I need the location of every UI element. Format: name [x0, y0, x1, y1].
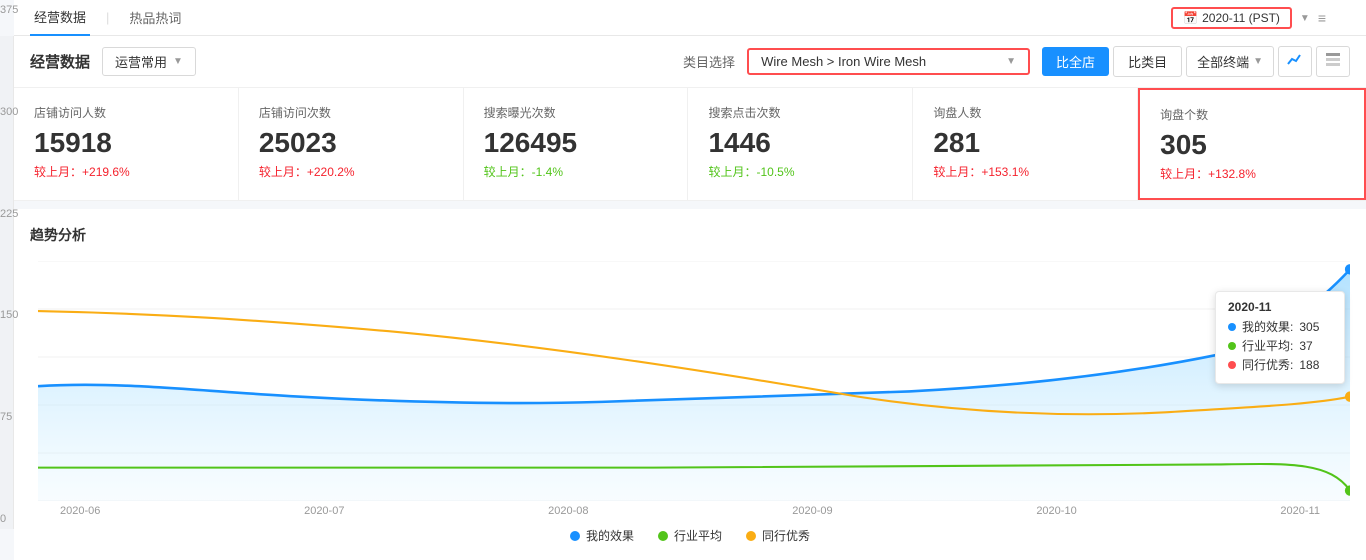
metric-change-visitors: 较上月：+219.6% — [34, 163, 218, 180]
chart-svg — [38, 261, 1350, 501]
metric-change-inquiry-people: 较上月：+153.1% — [933, 163, 1117, 180]
chevron-down-icon: ▼ — [1006, 56, 1016, 67]
metric-label-visits: 店铺访问次数 — [259, 104, 443, 121]
x-label-5: 2020-11 — [1280, 505, 1320, 517]
metric-label-clicks: 搜索点击次数 — [708, 104, 892, 121]
tooltip-row-avg: 行业平均: 37 — [1228, 337, 1332, 354]
page-title: 经营数据 — [30, 51, 90, 72]
metric-value-inquiry-people: 281 — [933, 127, 1117, 159]
metric-value-inquiry-count: 305 — [1160, 129, 1344, 161]
chevron-down-icon: ▼ — [1253, 56, 1263, 67]
tooltip-dot-red — [1228, 361, 1236, 369]
chart-title: 趋势分析 — [30, 225, 1350, 245]
x-label-3: 2020-09 — [792, 505, 832, 517]
tooltip-value-mine: 305 — [1299, 320, 1319, 334]
category-label: 类目选择 — [683, 52, 735, 71]
legend-label-mine: 我的效果 — [586, 527, 634, 544]
legend-item-avg: 行业平均 — [658, 527, 722, 544]
action-buttons: 比全店 比类目 全部终端 ▼ — [1042, 46, 1350, 77]
legend-dot-avg — [658, 531, 668, 541]
tooltip-dot-blue — [1228, 323, 1236, 331]
tooltip-dot-green — [1228, 342, 1236, 350]
date-selector[interactable]: 📅 2020-11 (PST) — [1171, 7, 1292, 29]
chart-section: 趋势分析 375 300 225 150 75 0 — [14, 209, 1366, 560]
category-select-value: Wire Mesh > Iron Wire Mesh — [761, 54, 926, 69]
legend-item-best: 同行优秀 — [746, 527, 810, 544]
date-label: 2020-11 (PST) — [1202, 11, 1280, 25]
operation-mode-label: 运营常用 — [115, 52, 167, 71]
x-axis: 2020-06 2020-07 2020-08 2020-09 2020-10 … — [30, 501, 1350, 517]
chart-area: 2020-11 我的效果: 305 行业平均: 37 同行优秀: 1 — [38, 261, 1350, 501]
legend-item-mine: 我的效果 — [570, 527, 634, 544]
metric-card-inquiry-people: 询盘人数 281 较上月：+153.1% — [913, 88, 1138, 200]
metric-value-visits: 25023 — [259, 127, 443, 159]
x-label-2: 2020-08 — [548, 505, 588, 517]
x-label-1: 2020-07 — [304, 505, 344, 517]
metric-change-visits: 较上月：+220.2% — [259, 163, 443, 180]
tooltip-value-avg: 37 — [1299, 339, 1312, 353]
nav-item-jingying[interactable]: 经营数据 — [30, 0, 90, 36]
tooltip-row-best: 同行优秀: 188 — [1228, 356, 1332, 373]
x-label-4: 2020-10 — [1036, 505, 1076, 517]
tooltip-row-mine: 我的效果: 305 — [1228, 318, 1332, 335]
line-chart-icon — [1287, 52, 1303, 68]
metric-card-inquiry-count: 询盘个数 305 较上月：+132.8% — [1138, 88, 1366, 200]
top-right-bar: 📅 2020-11 (PST) ▼ ≡ — [1171, 0, 1326, 36]
tooltip-label-mine: 我的效果: — [1242, 318, 1293, 335]
more-icon[interactable]: ≡ — [1318, 10, 1326, 26]
table-view-button[interactable] — [1316, 46, 1350, 77]
nav-divider: | — [106, 10, 109, 25]
metric-value-visitors: 15918 — [34, 127, 218, 159]
metric-label-inquiry-people: 询盘人数 — [933, 104, 1117, 121]
metric-change-impressions: 较上月：-1.4% — [484, 163, 668, 180]
metric-label-visitors: 店铺访问人数 — [34, 104, 218, 121]
calendar-icon: 📅 — [1183, 11, 1198, 25]
tooltip-label-avg: 行业平均: — [1242, 337, 1293, 354]
x-label-0: 2020-06 — [60, 505, 100, 517]
tooltip-label-best: 同行优秀: — [1242, 356, 1293, 373]
metric-label-inquiry-count: 询盘个数 — [1160, 106, 1344, 123]
metric-card-impressions: 搜索曝光次数 126495 较上月：-1.4% — [464, 88, 689, 200]
metric-card-clicks: 搜索点击次数 1446 较上月：-10.5% — [688, 88, 913, 200]
metrics-row: 店铺访问人数 15918 较上月：+219.6% 店铺访问次数 25023 较上… — [14, 88, 1366, 201]
main-header: 经营数据 运营常用 ▼ 类目选择 Wire Mesh > Iron Wire M… — [14, 36, 1366, 88]
chart-view-button[interactable] — [1278, 46, 1312, 77]
operation-mode-dropdown[interactable]: 运营常用 ▼ — [102, 47, 196, 76]
table-icon — [1325, 52, 1341, 68]
terminal-label: 全部终端 — [1197, 52, 1249, 71]
metric-card-visits: 店铺访问次数 25023 较上月：+220.2% — [239, 88, 464, 200]
metric-label-impressions: 搜索曝光次数 — [484, 104, 668, 121]
metric-change-clicks: 较上月：-10.5% — [708, 163, 892, 180]
category-select-dropdown[interactable]: Wire Mesh > Iron Wire Mesh ▼ — [747, 48, 1030, 75]
legend-dot-best — [746, 531, 756, 541]
compare-category-button[interactable]: 比类目 — [1113, 46, 1182, 77]
metric-value-clicks: 1446 — [708, 127, 892, 159]
chart-tooltip: 2020-11 我的效果: 305 行业平均: 37 同行优秀: 1 — [1215, 291, 1345, 384]
chevron-down-icon[interactable]: ▼ — [1300, 13, 1310, 24]
legend-label-best: 同行优秀 — [762, 527, 810, 544]
metric-card-visitors: 店铺访问人数 15918 较上月：+219.6% — [14, 88, 239, 200]
tooltip-date: 2020-11 — [1228, 300, 1332, 314]
legend-label-avg: 行业平均 — [674, 527, 722, 544]
terminal-dropdown[interactable]: 全部终端 ▼ — [1186, 46, 1274, 77]
y-axis: 375 300 225 150 75 0 — [0, 0, 30, 529]
metric-change-inquiry-count: 较上月：+132.8% — [1160, 165, 1344, 182]
tooltip-value-best: 188 — [1299, 358, 1319, 372]
chart-legend: 我的效果 行业平均 同行优秀 — [30, 527, 1350, 544]
top-navigation: 经营数据 | 热品热词 📅 2020-11 (PST) ▼ ≡ — [14, 0, 1366, 36]
legend-dot-mine — [570, 531, 580, 541]
chevron-down-icon: ▼ — [173, 56, 183, 67]
compare-shop-button[interactable]: 比全店 — [1042, 47, 1109, 76]
metric-value-impressions: 126495 — [484, 127, 668, 159]
nav-item-repin[interactable]: 热品热词 — [125, 0, 185, 35]
